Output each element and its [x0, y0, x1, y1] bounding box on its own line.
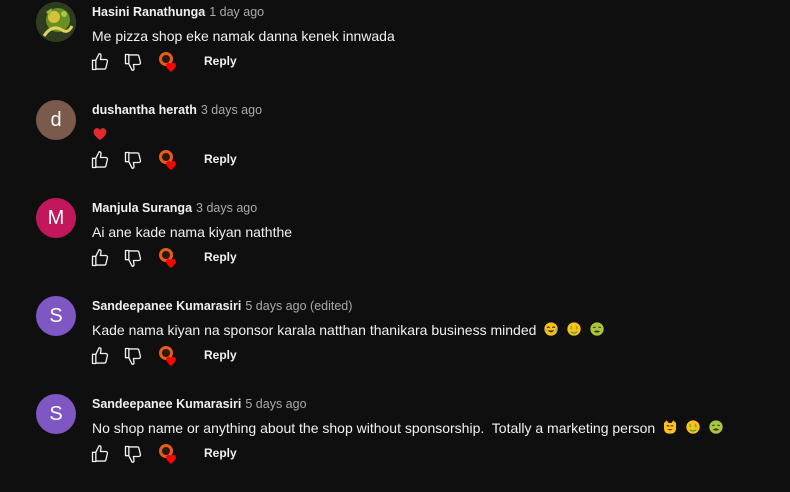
- avatar[interactable]: d: [36, 100, 76, 140]
- reply-button[interactable]: Reply: [204, 348, 237, 362]
- reply-button[interactable]: Reply: [204, 54, 237, 68]
- comment-time[interactable]: 3 days ago: [201, 103, 262, 117]
- thumbs-up-icon[interactable]: [90, 444, 110, 464]
- edited-label: (edited): [310, 299, 353, 313]
- creator-heart-icon: [159, 346, 176, 366]
- author-name[interactable]: Sandeepanee Kumarasiri: [92, 299, 241, 313]
- author-name[interactable]: dushantha herath: [92, 103, 197, 117]
- svg-text:$: $: [689, 423, 692, 428]
- thumbs-up-icon[interactable]: [90, 248, 110, 268]
- comment-header: Sandeepanee Kumarasiri 5 days ago: [92, 397, 307, 412]
- avatar[interactable]: M: [36, 198, 76, 238]
- avatar[interactable]: [36, 2, 76, 42]
- comment-text: [92, 124, 108, 144]
- comment-header: dushantha herath 3 days ago: [92, 103, 262, 118]
- author-name[interactable]: Manjula Suranga: [92, 201, 192, 215]
- comment-text: Me pizza shop eke namak danna kenek innw…: [92, 28, 395, 44]
- thumbs-down-icon[interactable]: [123, 52, 143, 72]
- thumbs-up-icon[interactable]: [90, 52, 110, 72]
- grinning-cat-emoji: [664, 420, 677, 434]
- avatar-letter: d: [50, 108, 62, 131]
- comment-item: Hasini Ranathunga 1 day ago Me pizza shop…: [0, 2, 790, 100]
- comment-time[interactable]: 5 days ago: [245, 299, 306, 313]
- comment-item: S Sandeepanee Kumarasiri 5 days ago No sh…: [0, 394, 790, 492]
- thumbs-down-icon[interactable]: [123, 150, 143, 170]
- creator-heart-icon: [159, 150, 176, 170]
- comment-header: Hasini Ranathunga 1 day ago: [92, 5, 264, 20]
- avatar-letter: M: [47, 206, 65, 229]
- thumbs-down-icon[interactable]: [123, 444, 143, 464]
- thumbs-up-icon[interactable]: [90, 346, 110, 366]
- creator-heart-icon: [159, 52, 176, 72]
- reply-button[interactable]: Reply: [204, 446, 237, 460]
- comment-item: M Manjula Suranga 3 days ago Ai ane kade …: [0, 198, 790, 296]
- avatar-letter: S: [49, 304, 63, 327]
- comment-time[interactable]: 3 days ago: [196, 201, 257, 215]
- comment-text: Ai ane kade nama kiyan naththe: [92, 224, 293, 240]
- author-name[interactable]: Hasini Ranathunga: [92, 5, 205, 19]
- comment-header: Manjula Suranga 3 days ago: [92, 201, 257, 216]
- nauseated-face-emoji: [590, 322, 604, 336]
- red-heart-emoji: [93, 128, 107, 141]
- comment-header: Sandeepanee Kumarasiri 5 days ago (edited…: [92, 299, 352, 314]
- comment-text-content: No shop name or anything about the shop …: [92, 420, 656, 436]
- reply-button[interactable]: Reply: [204, 152, 237, 166]
- comment-item: S Sandeepanee Kumarasiri 5 days ago (edit…: [0, 296, 790, 394]
- nauseated-face-emoji: [709, 420, 723, 434]
- thumbs-up-icon[interactable]: [90, 150, 110, 170]
- svg-text:$: $: [694, 423, 697, 428]
- creator-heart-icon: [159, 248, 176, 268]
- money-mouth-emoji: $ $: [567, 322, 581, 336]
- tears-of-joy-emoji: [544, 322, 558, 336]
- avatar[interactable]: S: [36, 394, 76, 434]
- comment-text-content: Kade nama kiyan na sponsor karala nattha…: [92, 322, 537, 338]
- svg-text:$: $: [576, 325, 579, 330]
- author-name[interactable]: Sandeepanee Kumarasiri: [92, 397, 241, 411]
- comment-item: d dushantha herath 3 days ago Reply: [0, 100, 790, 198]
- svg-text:$: $: [570, 325, 573, 330]
- comment-time[interactable]: 1 day ago: [209, 5, 264, 19]
- avatar-letter: S: [49, 402, 63, 425]
- comment-time[interactable]: 5 days ago: [245, 397, 306, 411]
- thumbs-down-icon[interactable]: [123, 346, 143, 366]
- reply-button[interactable]: Reply: [204, 250, 237, 264]
- comment-text: No shop name or anything about the shop …: [92, 418, 724, 438]
- avatar-image: [36, 2, 76, 42]
- avatar[interactable]: S: [36, 296, 76, 336]
- money-mouth-emoji: $ $: [686, 420, 700, 434]
- comment-text: Kade nama kiyan na sponsor karala nattha…: [92, 320, 605, 340]
- thumbs-down-icon[interactable]: [123, 248, 143, 268]
- creator-heart-icon: [159, 444, 176, 464]
